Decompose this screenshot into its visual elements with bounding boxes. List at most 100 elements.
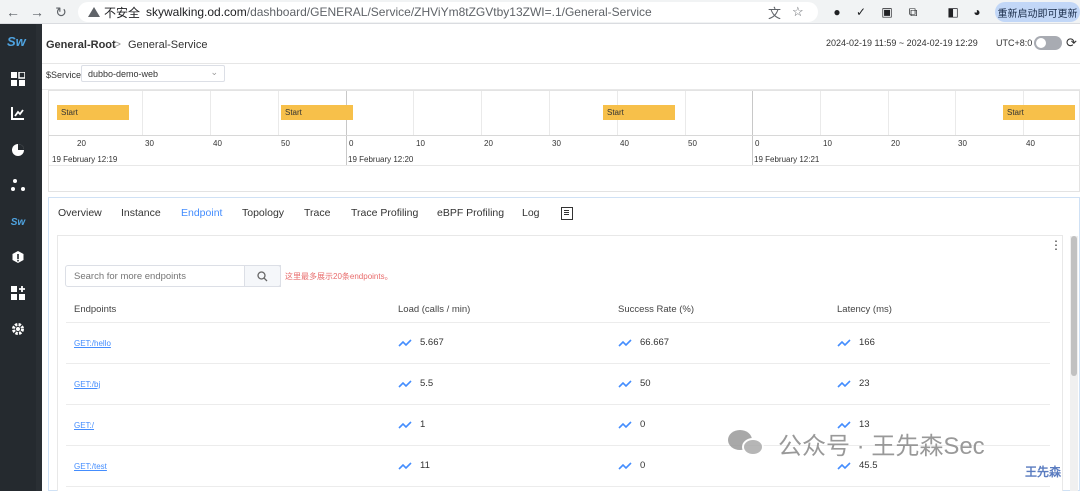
update-button[interactable]: 重新启动即可更新 [995,2,1080,22]
wechat-icon [728,429,766,458]
trend-icon [837,461,851,470]
trend-icon [837,379,851,388]
auto-refresh-toggle[interactable] [1034,36,1062,50]
trend-icon [618,379,632,388]
tab-overview[interactable]: Overview [58,207,102,219]
success-rate-value[interactable]: 66.667 [618,337,669,348]
extension-icon[interactable]: ● [828,3,846,21]
timeline-tick: 30 [145,139,154,148]
time-range-picker[interactable]: 2024-02-19 11:59 ~ 2024-02-19 12:29 [826,38,978,48]
load-value[interactable]: 1 [398,419,425,430]
event-timeline[interactable]: Start Start Start Start 20 30 40 50 0 10… [48,90,1080,192]
trend-icon [398,461,412,470]
sidebar-divider [36,24,42,491]
load-value[interactable]: 5.667 [398,337,444,348]
timeline-tick: 0 [755,139,760,148]
tab-trace-profiling[interactable]: Trace Profiling [351,207,418,219]
timeline-tick: 20 [891,139,900,148]
timeline-event[interactable]: Start [603,105,675,120]
timeline-event[interactable]: Start [281,105,353,120]
dashboard-icon[interactable] [10,71,26,87]
breadcrumb-current[interactable]: General-Service [128,39,207,51]
topology-icon[interactable] [10,177,26,193]
settings-icon[interactable] [10,321,26,337]
timeline-tick: 30 [552,139,561,148]
watermark-corner: 王先森 [1025,465,1062,479]
star-icon[interactable]: ☆ [792,2,804,22]
extension-icon[interactable]: ✓ [852,3,870,21]
tab-trace[interactable]: Trace [304,207,330,219]
column-header-latency: Latency (ms) [837,304,892,315]
timeline-tick: 10 [416,139,425,148]
tab-topology[interactable]: Topology [242,207,284,219]
endpoint-link[interactable]: GET:/test [74,462,107,471]
latency-value[interactable]: 23 [837,378,870,389]
timeline-day-label: 19 February 12:21 [754,155,820,164]
endpoint-link[interactable]: GET:/hello [74,339,111,348]
trend-icon [837,338,851,347]
refresh-icon[interactable]: ⟳ [1066,35,1080,50]
tab-ebpf-profiling[interactable]: eBPF Profiling [437,207,504,219]
timezone-label: UTC+8:0 [996,38,1033,48]
trend-icon [398,420,412,429]
timeline-tick: 0 [349,139,354,148]
tab-log[interactable]: Log [522,207,540,219]
timeline-day-label: 19 February 12:20 [348,155,414,164]
load-value[interactable]: 5.5 [398,378,433,389]
watermark: 公众号 · 王先森Sec [728,426,985,461]
security-indicator[interactable]: 不安全 [88,4,140,21]
timeline-tick: 40 [620,139,629,148]
service-selector-row: $Service dubbo-demo-web ⌄ [42,64,1080,90]
success-rate-value[interactable]: 0 [618,419,645,430]
column-header-load: Load (calls / min) [398,304,471,315]
back-icon[interactable]: ← [2,1,24,23]
chart-icon[interactable] [10,105,26,121]
sidepanel-icon[interactable]: ◧ [944,3,962,21]
tab-endpoint[interactable]: Endpoint [181,207,222,219]
latency-value[interactable]: 166 [837,337,875,348]
load-value[interactable]: 11 [398,460,430,471]
success-rate-value[interactable]: 50 [618,378,651,389]
column-header-success-rate: Success Rate (%) [618,304,695,315]
extension-icon[interactable]: ▣ [878,3,896,21]
timeline-event[interactable]: Start [1003,105,1075,120]
reload-icon[interactable]: ↻ [50,1,72,23]
vertical-scrollbar[interactable] [1070,236,1078,491]
url-text[interactable]: skywalking.od.com/dashboard/GENERAL/Serv… [146,5,652,19]
profile-icon[interactable]: ◕ [968,3,986,21]
tab-instance[interactable]: Instance [121,207,161,219]
timeline-tick: 20 [77,139,86,148]
endpoint-link[interactable]: GET:/ [74,421,94,430]
breadcrumb-root[interactable]: General-Root [46,39,116,51]
column-header-endpoints: Endpoints [74,304,117,315]
trend-icon [398,338,412,347]
skywalking-icon[interactable]: Sw [10,214,26,230]
page-header: General-Root > General-Service 2024-02-1… [42,24,1080,64]
translate-icon[interactable]: 文 [768,2,781,22]
search-button[interactable] [244,265,281,287]
trend-icon [618,461,632,470]
copy-icon[interactable] [561,207,573,220]
timeline-tick: 50 [281,139,290,148]
more-vertical-icon[interactable]: ⋮ [1050,239,1062,251]
pie-icon[interactable] [10,142,26,158]
chevron-right-icon: > [114,37,122,51]
timeline-tick: 50 [688,139,697,148]
service-label: $Service [46,70,82,80]
success-rate-value[interactable]: 0 [618,460,645,471]
add-widget-icon[interactable] [10,285,26,301]
watermark-text: 公众号 · 王先森Sec [778,433,985,460]
timeline-tick: 30 [958,139,967,148]
skywalking-logo[interactable]: Sw [7,34,26,49]
endpoint-limit-note: 这里最多展示20条endpoints。 [285,272,393,281]
latency-value[interactable]: 45.5 [837,460,878,471]
endpoint-link[interactable]: GET:/bj [74,380,100,389]
forward-icon[interactable]: → [26,1,48,23]
timeline-event[interactable]: Start [57,105,129,120]
address-bar[interactable]: 不安全 skywalking.od.com/dashboard/GENERAL/… [78,2,818,22]
timeline-tick: 20 [484,139,493,148]
service-select-value: dubbo-demo-web [88,69,159,79]
puzzle-icon[interactable]: ⧉ [904,3,922,21]
service-select[interactable]: dubbo-demo-web ⌄ [81,65,225,82]
alarm-icon[interactable] [10,249,26,265]
